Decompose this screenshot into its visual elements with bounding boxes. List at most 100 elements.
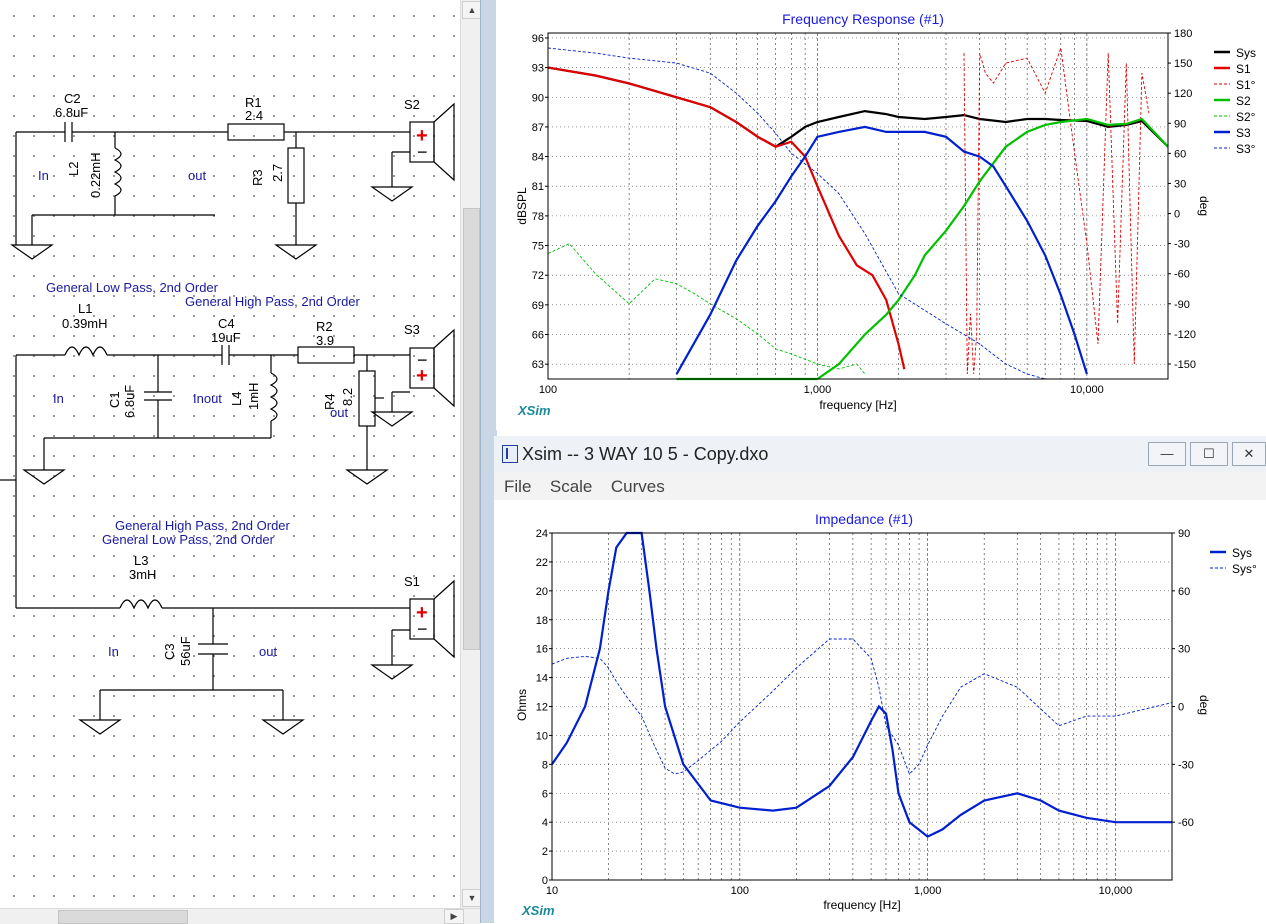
y-tick-label: 12 bbox=[536, 702, 548, 714]
l2-name: L2 bbox=[66, 161, 81, 176]
y2-tick-label: 60 bbox=[1174, 148, 1186, 160]
window-titlebar[interactable]: Xsim -- 3 WAY 10 5 - Copy.dxo — ☐ ✕ bbox=[494, 436, 1266, 473]
y2-tick-label: 90 bbox=[1178, 528, 1190, 540]
scroll-right-icon[interactable]: ▶ bbox=[444, 909, 464, 924]
y-tick-label: 18 bbox=[536, 615, 548, 627]
y2-tick-label: -120 bbox=[1174, 329, 1196, 341]
s2-minus: − bbox=[417, 142, 428, 162]
y-tick-label: 10 bbox=[536, 730, 548, 742]
y-tick-label: 72 bbox=[532, 270, 544, 282]
fr-ylabel-right: deg bbox=[1197, 196, 1211, 216]
vertical-scrollbar[interactable]: ▲ ▼ bbox=[460, 0, 482, 908]
l2-value: 0.22mH bbox=[88, 152, 103, 198]
menu-curves[interactable]: Curves bbox=[611, 477, 665, 497]
y2-tick-label: 30 bbox=[1174, 178, 1186, 190]
impedance-window: Xsim -- 3 WAY 10 5 - Copy.dxo — ☐ ✕ File… bbox=[490, 436, 1266, 923]
fr-brand: XSim bbox=[517, 403, 551, 418]
y2-tick-label: 120 bbox=[1174, 88, 1192, 100]
menu-file[interactable]: File bbox=[504, 477, 531, 497]
c4-value: 19uF bbox=[211, 330, 241, 345]
r3-value: 2.7 bbox=[270, 163, 285, 182]
y-tick-label: 4 bbox=[542, 817, 548, 829]
series-line-S3-phase bbox=[547, 47, 1168, 380]
menu-scale[interactable]: Scale bbox=[550, 477, 593, 497]
c3-value: 56uF bbox=[178, 636, 193, 666]
horizontal-scrollbar[interactable]: ▶ bbox=[0, 908, 480, 924]
y2-tick-label: 90 bbox=[1174, 118, 1186, 130]
y-tick-label: 81 bbox=[532, 181, 544, 193]
l3-value: 3mH bbox=[129, 567, 157, 582]
scroll-down-icon[interactable]: ▼ bbox=[462, 889, 482, 907]
s2-label: S2 bbox=[404, 97, 420, 112]
in-label-1: In bbox=[38, 168, 49, 183]
imp-ylabel-right: deg bbox=[1197, 695, 1211, 715]
inout-label: Inout bbox=[193, 391, 222, 406]
y-tick-label: 93 bbox=[532, 63, 544, 75]
horizontal-scroll-thumb[interactable] bbox=[58, 910, 188, 924]
note-low-pass-2nd: General Low Pass, 2nd Order bbox=[46, 280, 218, 295]
legend-label: S2 bbox=[1236, 94, 1251, 108]
impedance-chart: 242220181614121086420 9060300-30-60 10 10… bbox=[515, 511, 1257, 918]
legend-label: Sys bbox=[1236, 46, 1256, 60]
legend-label: Sys° bbox=[1232, 562, 1257, 576]
close-button[interactable]: ✕ bbox=[1232, 442, 1266, 466]
y-tick-label: 14 bbox=[536, 673, 548, 685]
x-tick-label: 10,000 bbox=[1070, 384, 1104, 396]
imp-xlabel: frequency [Hz] bbox=[823, 898, 900, 912]
r3-name: R3 bbox=[250, 169, 265, 186]
minimize-button[interactable]: — bbox=[1148, 442, 1186, 466]
c2-value: 6.8uF bbox=[55, 105, 89, 120]
window-title: Xsim -- 3 WAY 10 5 - Copy.dxo bbox=[522, 444, 769, 464]
legend-label: S1° bbox=[1236, 78, 1256, 92]
y-tick-label: 66 bbox=[532, 330, 544, 342]
legend-label: Sys bbox=[1232, 546, 1252, 560]
s3-plus: + bbox=[416, 365, 428, 387]
y-tick-label: 75 bbox=[532, 241, 544, 253]
x-tick-label: 10,000 bbox=[1099, 885, 1133, 897]
y2-tick-label: -150 bbox=[1174, 359, 1196, 371]
vertical-scroll-thumb[interactable] bbox=[463, 208, 480, 650]
frequency-response-panel: 96 93 90 87 84 81 78 75 72 69 66 63 180 150 120 90 60 30… bbox=[496, 0, 1266, 430]
c1-value: 6.8uF bbox=[122, 384, 137, 418]
r1-value: 2.4 bbox=[245, 108, 264, 123]
series-line-S3 bbox=[675, 125, 1088, 375]
y-tick-label: 2 bbox=[542, 846, 548, 858]
r2-value: 3.9 bbox=[316, 333, 335, 348]
y2-tick-label: 0 bbox=[1178, 702, 1184, 714]
y-tick-label: 84 bbox=[532, 152, 544, 164]
y2-tick-label: -60 bbox=[1178, 817, 1194, 829]
maximize-button[interactable]: ☐ bbox=[1190, 442, 1228, 466]
c1-name: C1 bbox=[107, 391, 122, 408]
scroll-up-icon[interactable]: ▲ bbox=[462, 1, 482, 19]
note-low-pass-2nd-b: General Low Pass, 2nd Order bbox=[102, 532, 274, 547]
legend-label: S3 bbox=[1236, 126, 1251, 140]
s1-label: S1 bbox=[404, 574, 420, 589]
fr-ylabel: dBSPL bbox=[515, 187, 529, 225]
c3-name: C3 bbox=[162, 643, 177, 660]
y-tick-label: 90 bbox=[532, 92, 544, 104]
y-tick-label: 8 bbox=[542, 759, 548, 771]
y2-tick-label: -30 bbox=[1174, 239, 1190, 251]
x-tick-label: 1,000 bbox=[914, 885, 942, 897]
y2-tick-label: 180 bbox=[1174, 28, 1192, 40]
imp-ylabel: Ohms bbox=[515, 689, 529, 721]
r4-value: 8.2 bbox=[340, 387, 355, 406]
x-tick-label: 10 bbox=[546, 885, 558, 897]
series-line-S1 bbox=[547, 66, 906, 370]
out-label-1: out bbox=[188, 168, 207, 183]
y-tick-label: 78 bbox=[532, 211, 544, 223]
s3-label: S3 bbox=[404, 322, 420, 337]
r2-name: R2 bbox=[316, 319, 333, 334]
y-tick-label: 87 bbox=[532, 122, 544, 134]
y2-tick-label: -90 bbox=[1174, 299, 1190, 311]
l3-name: L3 bbox=[134, 553, 149, 568]
out-label-3: out bbox=[259, 644, 278, 659]
out-label-2: out bbox=[330, 405, 349, 420]
schematic-canvas[interactable]: C2 6.8uF R1 2.4 L2 0.22mH R3 2.7 S2 In o… bbox=[0, 0, 460, 908]
schematic-wiring bbox=[0, 102, 455, 735]
l1-value: 0.39mH bbox=[62, 316, 108, 331]
frequency-response-chart: 96 93 90 87 84 81 78 75 72 69 66 63 180 150 120 90 60 30… bbox=[515, 11, 1256, 418]
app-icon bbox=[502, 445, 518, 463]
c2-name: C2 bbox=[64, 91, 81, 106]
y-tick-label: 6 bbox=[542, 788, 548, 800]
